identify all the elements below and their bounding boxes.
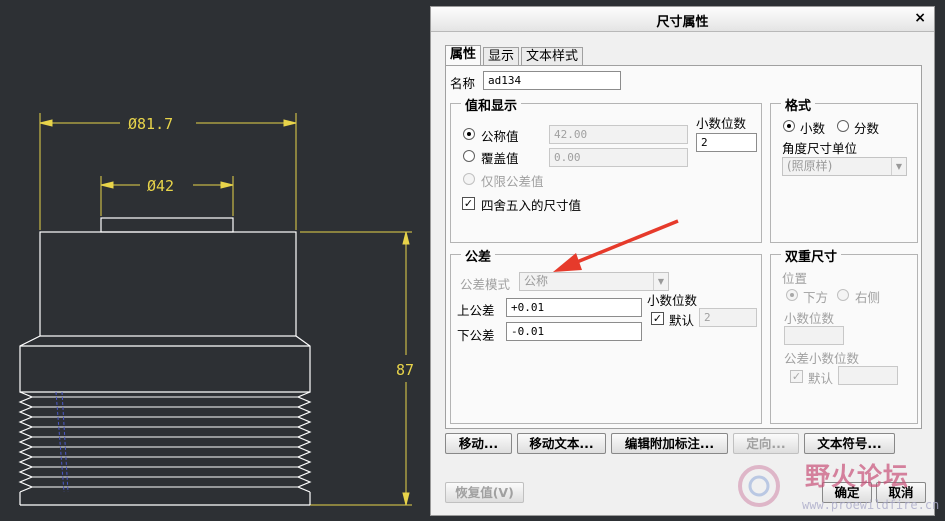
watermark-url: www.proewildfire.cn <box>802 498 940 512</box>
annotation-arrow-icon <box>553 219 679 272</box>
watermark-title: 野火论坛 <box>805 462 910 491</box>
